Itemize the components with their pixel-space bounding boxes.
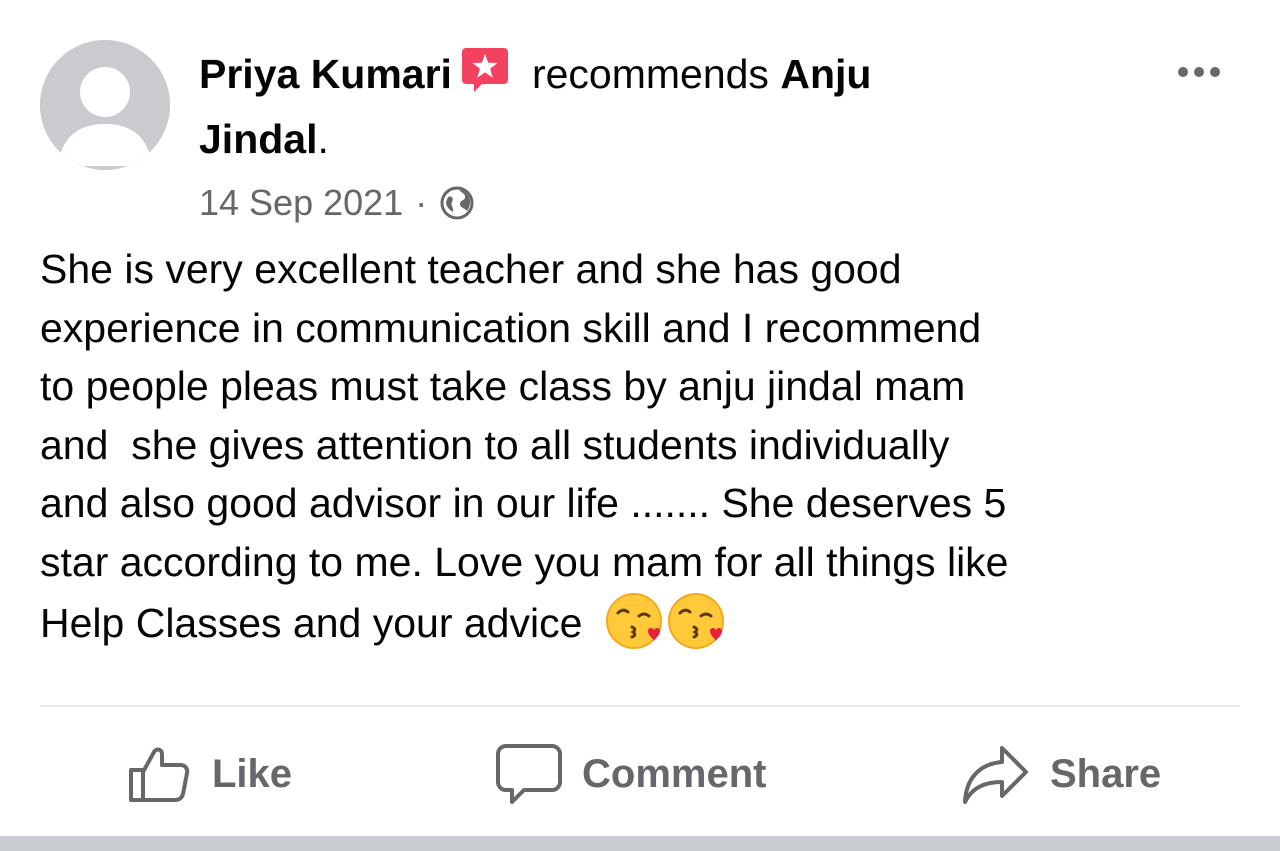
- post-body: She is very excellent teacher and she ha…: [40, 240, 1250, 667]
- meta-separator: ·: [415, 182, 428, 223]
- divider: [40, 705, 1240, 707]
- globe-icon[interactable]: [439, 185, 475, 221]
- recommended-page-name[interactable]: Anju: [780, 51, 871, 97]
- author-name[interactable]: Priya Kumari: [199, 51, 452, 97]
- avatar[interactable]: [40, 40, 170, 170]
- post-date[interactable]: 14 Sep 2021: [199, 180, 403, 226]
- recommends-verb: recommends: [531, 51, 769, 97]
- thumbs-up-icon: [129, 747, 190, 802]
- share-arrow-icon: [963, 746, 1028, 804]
- more-options-icon[interactable]: [1178, 60, 1238, 84]
- share-label: Share: [1050, 751, 1162, 796]
- post-header: Priya Kumari recommends Anju Jindal.: [199, 44, 1079, 169]
- share-button[interactable]: Share: [962, 732, 1161, 816]
- post-body-text: She is very excellent teacher and she ha…: [40, 246, 1009, 646]
- action-bar: Like Comment Share: [0, 732, 1280, 816]
- like-label: Like: [212, 751, 293, 796]
- feed-separator: [0, 836, 1280, 851]
- comment-button[interactable]: Comment: [496, 732, 766, 816]
- comment-bubble-icon: [496, 744, 562, 804]
- emoji-group: [604, 591, 728, 667]
- like-button[interactable]: Like: [128, 732, 292, 816]
- face-blowing-kiss-emoji: [668, 593, 725, 649]
- recommended-page-name-cont[interactable]: Jindal: [199, 116, 317, 162]
- recommendation-post: Priya Kumari recommends Anju Jindal. 14 S…: [0, 0, 1280, 836]
- default-avatar-icon: [40, 40, 170, 170]
- face-blowing-kiss-emoji: [606, 593, 663, 649]
- comment-label: Comment: [582, 751, 767, 796]
- post-meta: 14 Sep 2021 ·: [199, 180, 475, 226]
- recommendation-star-icon: [460, 44, 510, 110]
- header-period: .: [317, 116, 329, 162]
